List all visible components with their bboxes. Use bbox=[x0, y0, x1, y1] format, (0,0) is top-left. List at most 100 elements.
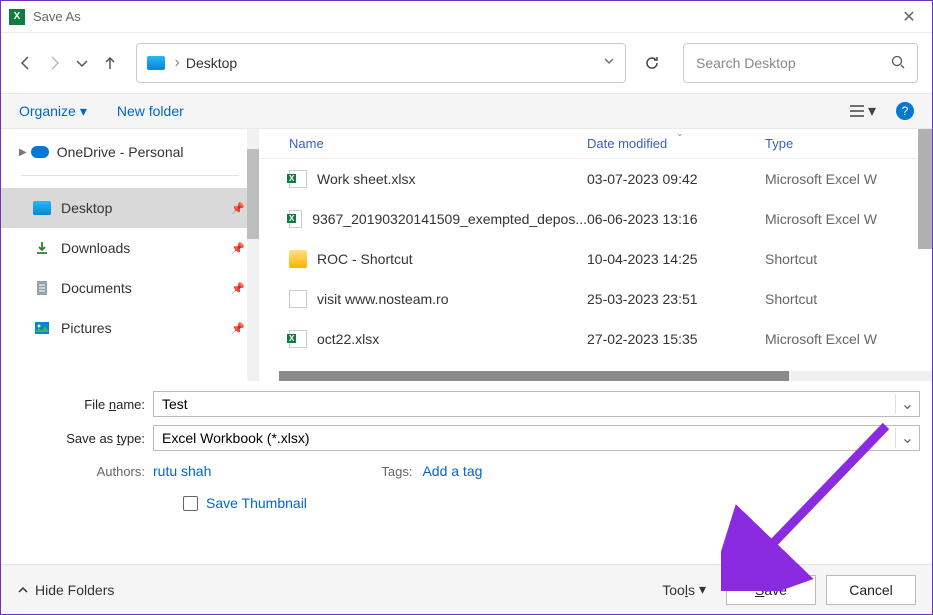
view-options-button[interactable]: ▾ bbox=[849, 101, 876, 121]
save-thumbnail-row: Save Thumbnail bbox=[13, 487, 920, 511]
save-thumbnail-label: Save Thumbnail bbox=[206, 495, 307, 511]
pin-icon[interactable]: 📌 bbox=[231, 202, 245, 215]
scrollbar-thumb[interactable] bbox=[247, 149, 259, 239]
search-placeholder: Search Desktop bbox=[696, 55, 796, 71]
footer: Hide Folders Tools ▾ Save Cancel bbox=[1, 564, 932, 614]
sidebar-item-documents[interactable]: Documents 📌 bbox=[1, 268, 259, 308]
sidebar: ▶ OneDrive - Personal Desktop 📌 Download… bbox=[1, 129, 259, 381]
save-button[interactable]: Save bbox=[726, 575, 816, 605]
navigation-row: › Desktop Search Desktop bbox=[1, 33, 932, 93]
cloud-icon bbox=[31, 146, 49, 158]
column-date-label: Date modified bbox=[587, 136, 667, 151]
file-icon bbox=[289, 290, 307, 308]
saveastype-dropdown[interactable]: ⌄ bbox=[895, 428, 919, 448]
divider bbox=[21, 175, 239, 176]
new-folder-label: New folder bbox=[117, 103, 184, 119]
address-dropdown[interactable] bbox=[603, 54, 615, 72]
filename-input[interactable] bbox=[154, 396, 895, 412]
sidebar-item-label: Documents bbox=[61, 280, 132, 296]
file-name: visit www.nosteam.ro bbox=[317, 291, 448, 307]
organize-label: Organize bbox=[19, 103, 76, 119]
pin-icon[interactable]: 📌 bbox=[231, 282, 245, 295]
pictures-icon bbox=[33, 321, 51, 335]
command-bar: Organize ▾ New folder ▾ ? bbox=[1, 93, 932, 129]
sort-indicator-icon: ⌄ bbox=[676, 128, 684, 139]
chevron-right-icon: › bbox=[175, 54, 180, 72]
sidebar-item-desktop[interactable]: Desktop 📌 bbox=[1, 188, 259, 228]
filename-input-wrap: ⌄ bbox=[153, 391, 920, 417]
recent-dropdown[interactable] bbox=[71, 48, 93, 78]
address-bar[interactable]: › Desktop bbox=[136, 43, 626, 83]
saveastype-select[interactable]: ⌄ bbox=[153, 425, 920, 451]
file-row[interactable]: visit www.nosteam.ro25-03-2023 23:51Shor… bbox=[259, 279, 932, 319]
file-name: oct22.xlsx bbox=[317, 331, 379, 347]
document-icon bbox=[33, 281, 51, 295]
save-form: File name: ⌄ Save as type: ⌄ Authors: ru… bbox=[1, 381, 932, 511]
file-type: Microsoft Excel W bbox=[765, 211, 932, 227]
file-type: Microsoft Excel W bbox=[765, 331, 932, 347]
column-headers: Name ⌄ Date modified Type bbox=[259, 129, 932, 159]
file-name: Work sheet.xlsx bbox=[317, 171, 416, 187]
expand-icon[interactable]: ▶ bbox=[19, 147, 27, 158]
hide-folders-button[interactable]: Hide Folders bbox=[17, 582, 114, 598]
file-date: 10-04-2023 14:25 bbox=[587, 251, 765, 267]
onedrive-label: OneDrive - Personal bbox=[57, 144, 184, 160]
sidebar-item-label: Desktop bbox=[61, 200, 112, 216]
chevron-down-icon: ▾ bbox=[80, 103, 87, 120]
file-type: Microsoft Excel W bbox=[765, 171, 932, 187]
file-date: 03-07-2023 09:42 bbox=[587, 171, 765, 187]
column-type[interactable]: Type bbox=[765, 136, 932, 151]
tags-label: Tags: bbox=[381, 464, 422, 479]
sidebar-scrollbar[interactable] bbox=[247, 129, 259, 381]
up-button[interactable] bbox=[99, 48, 121, 78]
file-name: 9367_20190320141509_exempted_depos... bbox=[312, 211, 587, 227]
cancel-button[interactable]: Cancel bbox=[826, 575, 916, 605]
pin-icon[interactable]: 📌 bbox=[231, 242, 245, 255]
file-type: Shortcut bbox=[765, 251, 932, 267]
horizontal-scrollbar[interactable] bbox=[279, 371, 932, 381]
file-icon bbox=[289, 330, 307, 348]
authors-value[interactable]: rutu shah bbox=[153, 463, 211, 479]
tags-value[interactable]: Add a tag bbox=[422, 463, 482, 479]
close-button[interactable]: ✕ bbox=[894, 7, 924, 27]
search-box[interactable]: Search Desktop bbox=[683, 43, 918, 83]
filename-label: File name: bbox=[13, 397, 153, 412]
back-button[interactable] bbox=[15, 48, 37, 78]
saveastype-label: Save as type: bbox=[13, 431, 153, 446]
location-text: Desktop bbox=[186, 55, 237, 71]
folder-icon bbox=[147, 56, 165, 70]
forward-button[interactable] bbox=[43, 48, 65, 78]
saveastype-value bbox=[154, 430, 895, 446]
file-date: 27-02-2023 15:35 bbox=[587, 331, 765, 347]
desktop-icon bbox=[33, 201, 51, 215]
window-title: Save As bbox=[33, 9, 81, 24]
file-icon bbox=[289, 250, 307, 268]
file-row[interactable]: oct22.xlsx 27-02-2023 15:35Microsoft Exce… bbox=[259, 319, 932, 359]
sidebar-item-downloads[interactable]: Downloads 📌 bbox=[1, 228, 259, 268]
organize-button[interactable]: Organize ▾ bbox=[19, 103, 87, 120]
sidebar-item-pictures[interactable]: Pictures 📌 bbox=[1, 308, 259, 348]
search-icon bbox=[891, 55, 905, 72]
file-row[interactable]: Work sheet.xlsx 03-07-2023 09:42Microsoft… bbox=[259, 159, 932, 199]
tools-button[interactable]: Tools ▾ bbox=[652, 575, 716, 604]
sidebar-item-onedrive[interactable]: ▶ OneDrive - Personal bbox=[1, 139, 259, 165]
download-icon bbox=[33, 241, 51, 255]
save-thumbnail-checkbox[interactable] bbox=[183, 496, 198, 511]
file-row[interactable]: 9367_20190320141509_exempted_depos...06-… bbox=[259, 199, 932, 239]
excel-icon: X bbox=[9, 9, 25, 25]
column-date[interactable]: ⌄ Date modified bbox=[587, 136, 765, 151]
refresh-button[interactable] bbox=[638, 43, 668, 83]
sidebar-item-label: Pictures bbox=[61, 320, 112, 336]
file-name: ROC - Shortcut bbox=[317, 251, 413, 267]
pin-icon[interactable]: 📌 bbox=[231, 322, 245, 335]
column-name[interactable]: Name bbox=[289, 136, 587, 151]
new-folder-button[interactable]: New folder bbox=[117, 103, 184, 119]
help-button[interactable]: ? bbox=[896, 102, 914, 120]
authors-label: Authors: bbox=[13, 464, 153, 479]
scrollbar-thumb[interactable] bbox=[279, 371, 789, 381]
vertical-scrollbar[interactable] bbox=[918, 129, 932, 249]
titlebar: X Save As ✕ bbox=[1, 1, 932, 33]
file-row[interactable]: ROC - Shortcut 10-04-2023 14:25Shortcut bbox=[259, 239, 932, 279]
hide-folders-label: Hide Folders bbox=[35, 582, 114, 598]
filename-dropdown[interactable]: ⌄ bbox=[895, 394, 919, 414]
